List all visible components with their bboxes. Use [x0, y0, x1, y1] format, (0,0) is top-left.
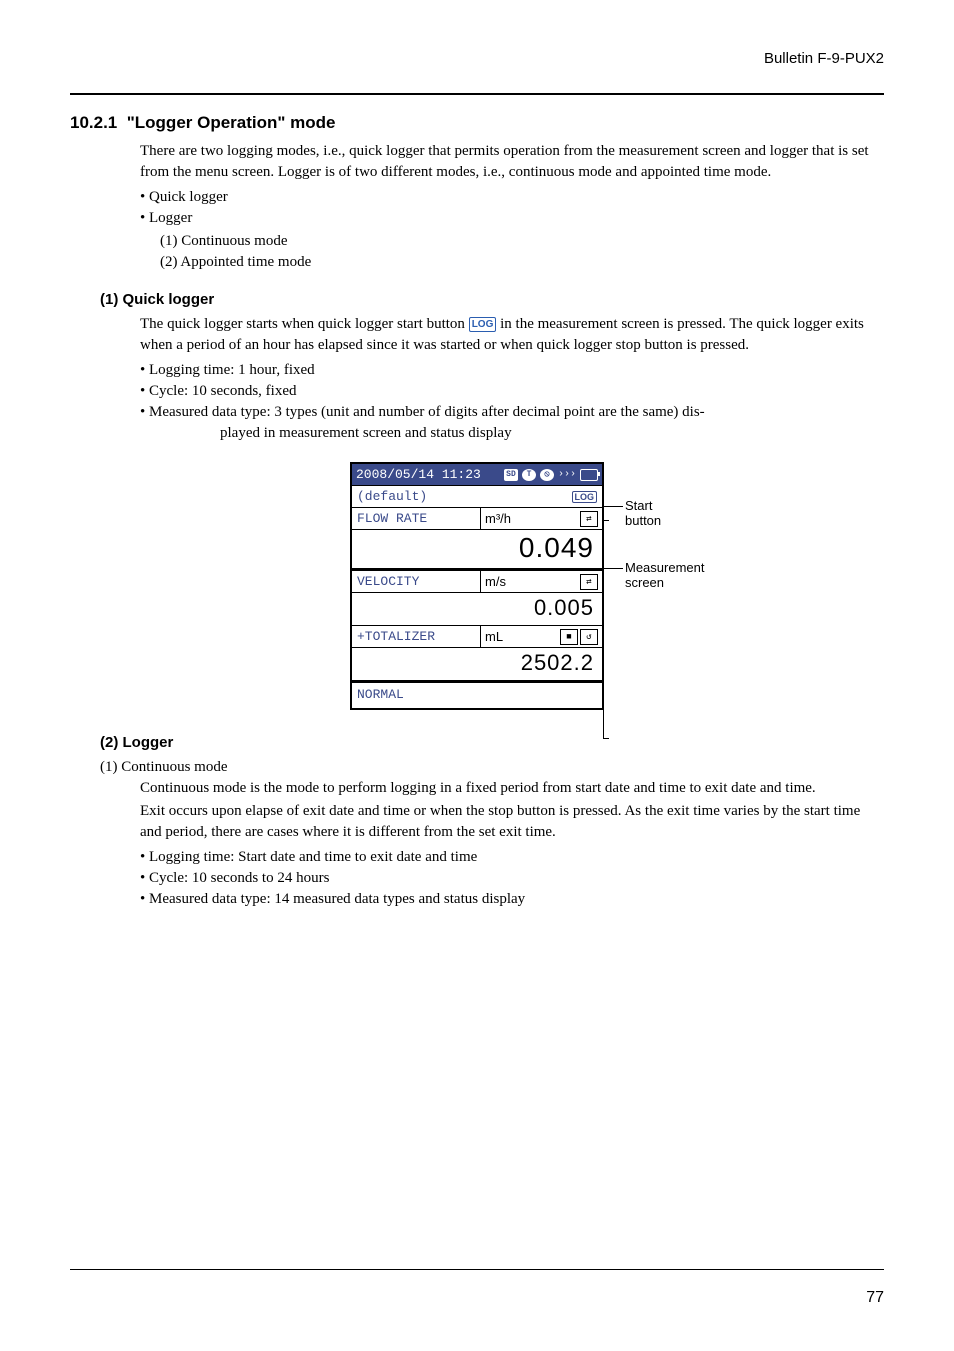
t-icon: T	[522, 469, 536, 481]
logger-heading: (2) Logger	[100, 734, 884, 751]
bullet-continuation: played in measurement screen and status …	[220, 423, 884, 444]
callout-measurement: Measurement screen	[625, 560, 704, 590]
header-bulletin: Bulletin F-9-PUX2	[70, 50, 884, 67]
list-item: (1) Continuous mode	[160, 231, 884, 252]
arrow-button[interactable]: ⇄	[580, 574, 598, 590]
list-item: Cycle: 10 seconds, fixed	[140, 381, 884, 402]
list-item: Measured data type: 3 types (unit and nu…	[140, 402, 884, 423]
row-label: VELOCITY	[352, 571, 481, 592]
list-item: Logging time: Start date and time to exi…	[140, 847, 884, 868]
device-statusbar: 2008/05/14 11:23 SD T ⦸ ›››	[352, 464, 602, 485]
row-unit: mL	[485, 629, 503, 644]
row-unit: m³/h	[485, 511, 511, 526]
callout-start: Start button	[625, 498, 661, 528]
logger-bullets: Logging time: Start date and time to exi…	[140, 847, 884, 910]
device-default-row: (default) LOG	[352, 485, 602, 507]
section-number: 10.2.1	[70, 113, 117, 132]
log-icon: LOG	[469, 317, 497, 332]
divider-bottom	[70, 1269, 884, 1270]
quick-paragraph: The quick logger starts when quick logge…	[140, 314, 884, 356]
section-intro: There are two logging modes, i.e., quick…	[140, 141, 884, 273]
callout-label: Measurement screen	[625, 560, 704, 590]
device-datetime: 2008/05/14 11:23	[356, 467, 481, 482]
sd-icon: SD	[504, 469, 518, 481]
logger-p1: Continuous mode is the mode to perform l…	[140, 778, 884, 799]
text-part: The quick logger starts when quick logge…	[140, 316, 469, 332]
row-label: +TOTALIZER	[352, 626, 481, 647]
default-label: (default)	[357, 489, 427, 504]
no-icon: ⦸	[540, 469, 554, 481]
stop-button[interactable]: ■	[560, 629, 578, 645]
arrow-button[interactable]: ⇄	[580, 511, 598, 527]
list-item: Cycle: 10 seconds to 24 hours	[140, 868, 884, 889]
quick-logger-body: The quick logger starts when quick logge…	[140, 314, 884, 444]
list-item: Logger	[140, 208, 884, 229]
row-value: 2502.2	[352, 647, 602, 680]
device-row-velocity: VELOCITY m/s ⇄	[352, 568, 602, 592]
row-unit: m/s	[485, 574, 506, 589]
section-title-text: "Logger Operation" mode	[127, 113, 336, 132]
intro-paragraph: There are two logging modes, i.e., quick…	[140, 141, 884, 183]
battery-icon	[580, 469, 598, 481]
row-value: 0.049	[352, 529, 602, 568]
row-value: 0.005	[352, 592, 602, 625]
quick-logger-heading: (1) Quick logger	[100, 291, 884, 308]
device-status: NORMAL	[352, 680, 602, 708]
device-row-totalizer: +TOTALIZER mL ■ ↺	[352, 625, 602, 647]
logger-p2: Exit occurs upon elapse of exit date and…	[140, 801, 884, 843]
device-row-flowrate: FLOW RATE m³/h ⇄	[352, 507, 602, 529]
device-screen: 2008/05/14 11:23 SD T ⦸ ››› (default) LO…	[350, 462, 604, 710]
signal-icon: ›››	[558, 469, 576, 480]
page-number: 77	[866, 1289, 884, 1307]
list-item: Logging time: 1 hour, fixed	[140, 360, 884, 381]
callout-label: Start button	[625, 498, 661, 528]
logger-submodes: (1) Continuous mode (2) Appointed time m…	[160, 231, 884, 273]
section-heading: 10.2.1 "Logger Operation" mode	[70, 113, 884, 133]
divider-top	[70, 93, 884, 95]
continuous-mode-label: (1) Continuous mode	[100, 757, 884, 778]
list-item: (2) Appointed time mode	[160, 252, 884, 273]
list-item: Quick logger	[140, 187, 884, 208]
reset-button[interactable]: ↺	[580, 629, 598, 645]
row-label: FLOW RATE	[352, 508, 481, 529]
quick-bullets: Logging time: 1 hour, fixed Cycle: 10 se…	[140, 360, 884, 423]
logger-body: Continuous mode is the mode to perform l…	[140, 778, 884, 910]
intro-bullets: Quick logger Logger	[140, 187, 884, 229]
log-start-button[interactable]: LOG	[572, 491, 598, 503]
list-item: Measured data type: 14 measured data typ…	[140, 889, 884, 910]
